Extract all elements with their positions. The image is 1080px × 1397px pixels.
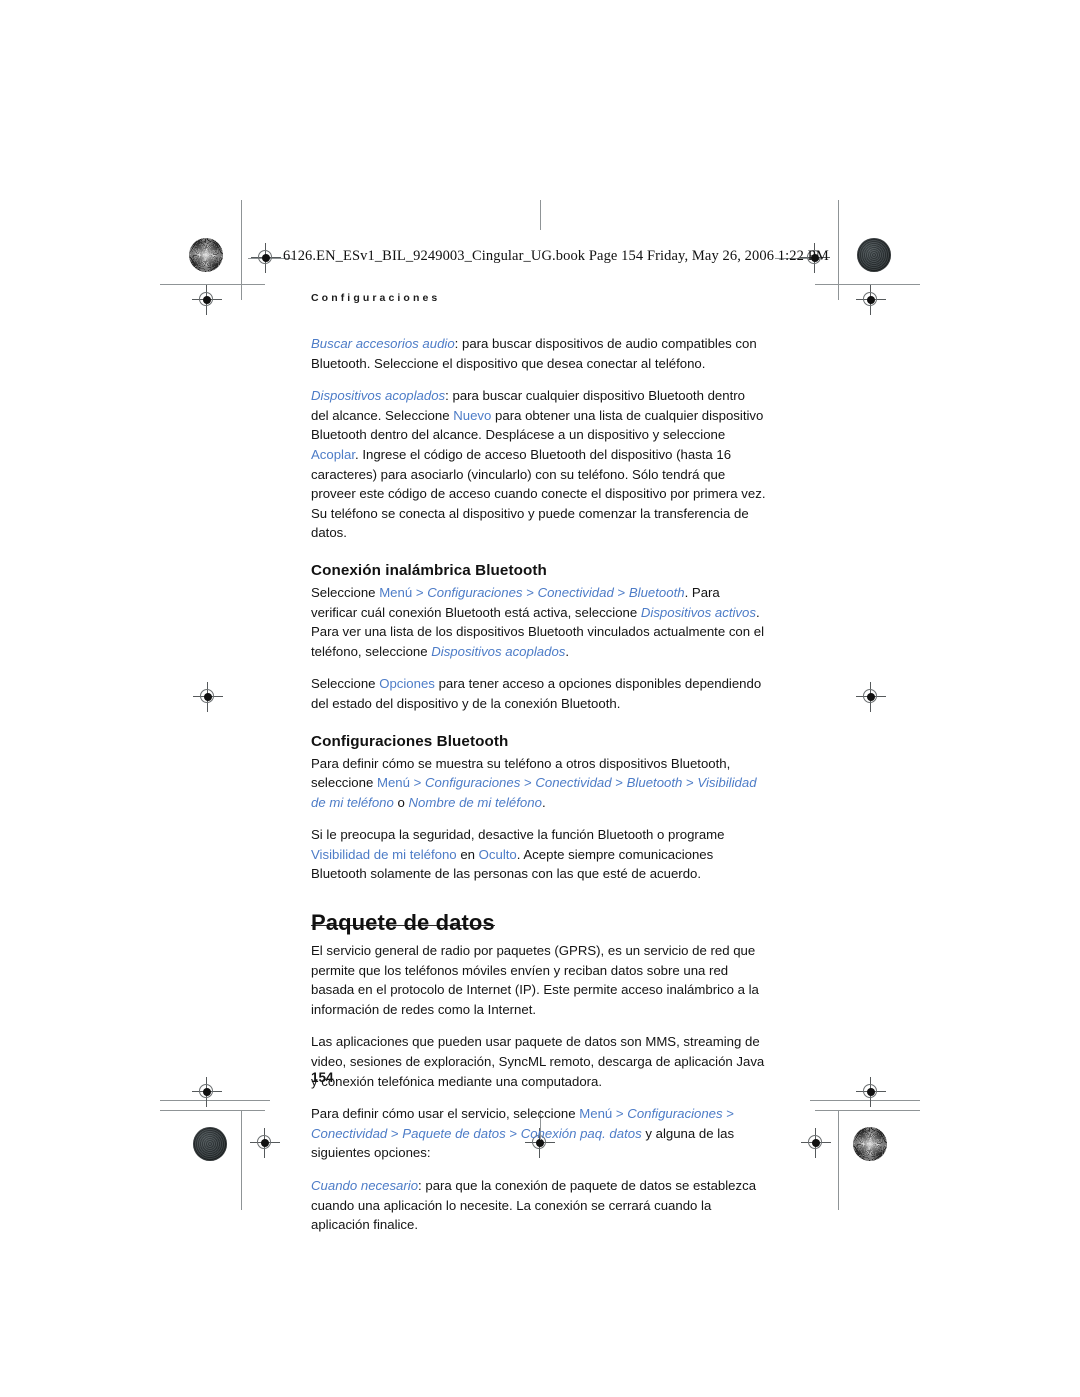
text-run: Para definir cómo usar el servicio, sele… <box>311 1106 580 1122</box>
path-separator: > <box>722 1106 734 1122</box>
footer-rule-left <box>160 1100 270 1101</box>
path-separator: > <box>520 775 536 791</box>
menu-item-bluetooth: Bluetooth <box>628 584 685 600</box>
heading-paquete-de-datos: Paquete de datos <box>311 910 495 936</box>
crop-line-top-right-vertical <box>838 200 839 300</box>
heading-configuraciones-bluetooth: Configuraciones Bluetooth <box>311 732 509 750</box>
separator-line-bottom-left <box>241 1120 242 1210</box>
menu-item-oculto: Oculto <box>478 846 517 862</box>
color-blob-bottom-left <box>193 1127 227 1161</box>
paragraph-opciones: Seleccione Opciones para tener acceso a … <box>311 674 766 713</box>
term-dispositivos-acoplados: Dispositivos acoplados <box>311 388 446 404</box>
text-run: o <box>393 794 409 810</box>
registration-mark-lower-right <box>856 1077 886 1107</box>
crop-line-bottom-right-vertical <box>838 1110 839 1210</box>
color-blob-top-right <box>857 238 891 272</box>
paragraph-definir-servicio-path: Para definir cómo usar el servicio, sele… <box>311 1104 766 1163</box>
separator-line-top-left <box>241 205 242 295</box>
path-separator: > <box>409 775 426 791</box>
menu-item-opciones: Opciones <box>379 676 435 692</box>
book-slug-line: 6126.EN_ESv1_BIL_9249003_Cingular_UG.boo… <box>283 248 829 264</box>
text-run: Si le preocupa la seguridad, desactive l… <box>311 827 725 843</box>
menu-item-dispositivos-acoplados: Dispositivos acoplados <box>431 643 566 659</box>
menu-item-configuraciones: Configuraciones <box>627 1106 723 1122</box>
crop-line-top-right-horizontal <box>815 284 920 285</box>
menu-item-paquete-de-datos: Paquete de datos <box>402 1125 506 1141</box>
menu-item-conexion-paq-datos: Conexión paq. datos <box>520 1125 642 1141</box>
path-separator: > <box>522 584 538 600</box>
paragraph-visibilidad-path: Para definir cómo se muestra su teléfono… <box>311 754 766 813</box>
footer-rule-right <box>810 1100 920 1101</box>
paragraph-cuando-necesario: Cuando necesario: para que la conexión d… <box>311 1176 766 1235</box>
paragraph-conexion-path: Seleccione Menú > Configuraciones > Cone… <box>311 583 766 661</box>
path-separator: > <box>612 1106 628 1122</box>
crop-line-top-left-vertical <box>241 200 242 300</box>
text-run: Seleccione <box>311 676 380 692</box>
menu-item-acoplar: Acoplar <box>311 446 355 462</box>
option-cuando-necesario: Cuando necesario <box>311 1178 419 1193</box>
paragraph-seguridad: Si le preocupa la seguridad, desactive l… <box>311 825 766 884</box>
crop-line-bottom-left-vertical <box>241 1110 242 1210</box>
crop-line-top-left-horizontal <box>160 284 265 285</box>
crop-line-bottom-left-horizontal <box>160 1110 265 1111</box>
path-separator: > <box>682 775 698 791</box>
chapter-heading-wrap: Paquete de datos <box>311 897 766 935</box>
registration-mark-mid-left <box>192 285 222 315</box>
registration-mark-center-left <box>193 682 223 712</box>
menu-item-configuraciones: Configuraciones <box>425 775 521 791</box>
crop-line-bottom-right-horizontal <box>815 1110 920 1111</box>
menu-item-menu: Menú <box>579 1106 613 1122</box>
page-number: 154 <box>311 1070 334 1085</box>
path-separator: > <box>387 1125 403 1141</box>
menu-item-nombre-de-mi-telefono: Nombre de mi teléfono <box>408 794 542 810</box>
heading-conexion-inalambrica-bluetooth: Conexión inalámbrica Bluetooth <box>311 561 547 579</box>
menu-item-visibilidad-de-mi-telefono: Visibilidad de mi teléfono <box>311 846 457 862</box>
registration-mark-bottom-right <box>801 1128 831 1158</box>
path-separator: > <box>613 584 629 600</box>
paragraph-dispositivos-acoplados: Dispositivos acoplados: para buscar cual… <box>311 386 766 543</box>
registration-mark-mid-right <box>856 285 886 315</box>
menu-item-bluetooth: Bluetooth <box>626 775 683 791</box>
registration-mark-lower-left <box>192 1077 222 1107</box>
paragraph-buscar-accesorios: Buscar accesorios audio: para buscar dis… <box>311 334 766 373</box>
page-content: Configuraciones Buscar accesorios audio:… <box>311 292 766 1248</box>
text-run: . <box>541 794 546 810</box>
menu-item-nuevo: Nuevo <box>453 407 492 423</box>
menu-item-dispositivos-activos: Dispositivos activos <box>640 604 756 620</box>
paragraph-aplicaciones: Las aplicaciones que pueden usar paquete… <box>311 1034 765 1089</box>
menu-item-conectividad: Conectividad <box>537 584 614 600</box>
menu-item-configuraciones: Configuraciones <box>427 584 523 600</box>
menu-item-conectividad: Conectividad <box>535 775 612 791</box>
paragraph-gprs: El servicio general de radio por paquete… <box>311 943 759 1017</box>
path-separator: > <box>505 1125 521 1141</box>
text-run: . Ingrese el código de acceso Bluetooth … <box>311 446 766 541</box>
term-buscar-accesorios-audio: Buscar accesorios audio <box>311 336 455 351</box>
color-rosette-bottom-right <box>853 1127 887 1161</box>
crop-line-top-center <box>540 200 541 230</box>
menu-item-conectividad: Conectividad <box>311 1125 388 1141</box>
registration-mark-top-left <box>251 243 281 273</box>
menu-item-menu: Menú <box>376 775 410 791</box>
path-separator: > <box>412 584 428 600</box>
registration-mark-bottom-left <box>250 1128 280 1158</box>
running-header: Configuraciones <box>311 292 441 304</box>
menu-item-menu: Menú <box>379 584 413 600</box>
text-run: . <box>565 643 570 659</box>
text-run: Seleccione <box>311 584 380 600</box>
text-run: en <box>456 846 479 862</box>
registration-mark-center-right <box>856 682 886 712</box>
color-rosette-top-left <box>189 238 223 272</box>
path-separator: > <box>611 775 627 791</box>
